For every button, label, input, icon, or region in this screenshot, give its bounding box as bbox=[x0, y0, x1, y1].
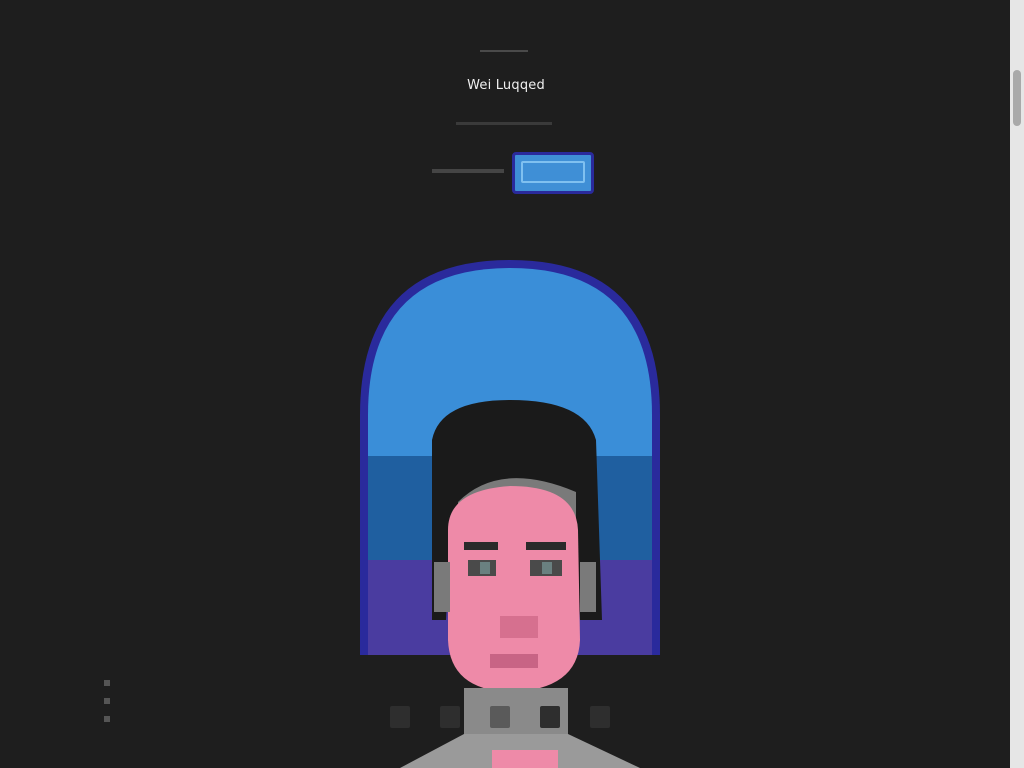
primary-button[interactable] bbox=[512, 152, 594, 194]
vertical-scrollbar[interactable] bbox=[1010, 0, 1024, 768]
left-ear bbox=[434, 562, 450, 612]
thumbnail-active[interactable] bbox=[490, 706, 510, 728]
indicator-dot bbox=[104, 716, 110, 722]
top-rule bbox=[480, 50, 528, 52]
collar bbox=[492, 750, 558, 768]
thumbnail[interactable] bbox=[590, 706, 610, 728]
page-title: Wei Luqqed bbox=[467, 78, 545, 93]
thumbnail-strip bbox=[390, 706, 610, 728]
left-brow bbox=[464, 542, 498, 550]
indicator-dot bbox=[104, 698, 110, 704]
subtitle-line bbox=[456, 122, 552, 125]
right-pupil bbox=[542, 562, 552, 574]
button-inner bbox=[521, 161, 585, 183]
right-ear bbox=[580, 562, 596, 612]
scrollbar-thumb[interactable] bbox=[1013, 70, 1021, 126]
thumbnail[interactable] bbox=[440, 706, 460, 728]
right-brow bbox=[526, 542, 566, 550]
thumbnail[interactable] bbox=[540, 706, 560, 728]
indicator-dot bbox=[104, 680, 110, 686]
left-pupil bbox=[480, 562, 490, 574]
row-label bbox=[432, 169, 504, 173]
nose bbox=[500, 616, 538, 638]
thumbnail[interactable] bbox=[390, 706, 410, 728]
mouth bbox=[490, 654, 538, 668]
side-indicator bbox=[104, 680, 112, 734]
avatar-portrait-icon bbox=[360, 260, 660, 768]
